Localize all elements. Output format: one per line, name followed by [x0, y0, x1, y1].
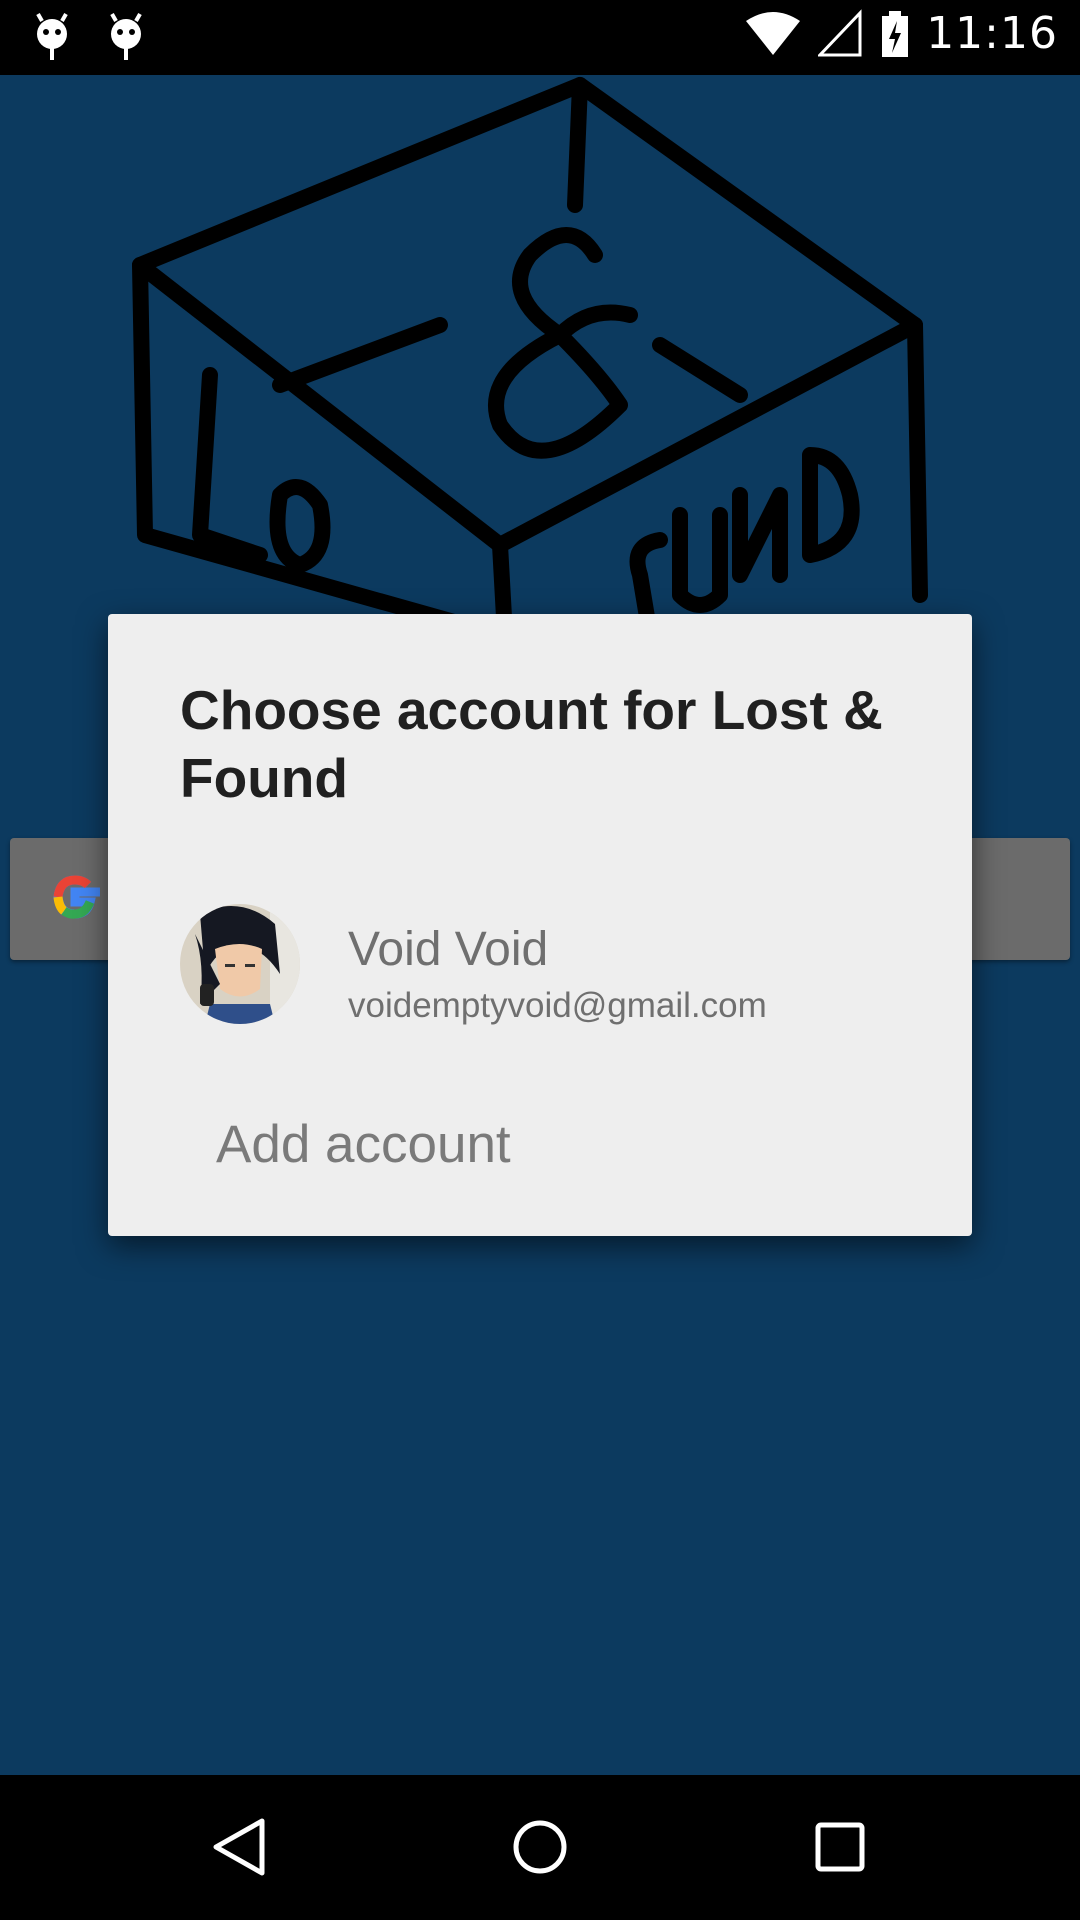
account-name: Void Void [348, 923, 549, 976]
notification-icons [34, 12, 144, 62]
android-debug-icon [110, 13, 142, 60]
screen: 11:16 Choose account for Lost & Found Vo… [0, 0, 1080, 1920]
signal-icon [818, 8, 862, 56]
account-chooser-dialog: Choose account for Lost & Found Void Voi… [108, 614, 972, 1236]
dialog-title: Choose account for Lost & Found [180, 679, 883, 809]
status-time: 11:16 [926, 8, 1058, 59]
account-email: voidemptyvoid@gmail.com [348, 986, 767, 1025]
android-debug-icon [36, 13, 68, 60]
back-icon[interactable] [208, 1815, 272, 1879]
navigation-bar [0, 1775, 1080, 1920]
battery-charging-icon [882, 10, 909, 57]
add-account-button[interactable]: Add account [216, 1114, 511, 1175]
status-bar: 11:16 [0, 0, 1080, 75]
wifi-icon [746, 11, 801, 55]
avatar [180, 904, 300, 1024]
system-icons: 11:16 [744, 8, 1058, 59]
home-icon[interactable] [508, 1815, 572, 1879]
account-item[interactable]: Void Void voidemptyvoid@gmail.com [108, 884, 972, 1034]
recents-icon[interactable] [808, 1815, 872, 1879]
